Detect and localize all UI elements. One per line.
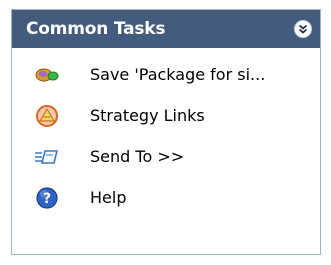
strategy-links-icon — [34, 104, 60, 128]
collapse-button[interactable] — [294, 20, 312, 38]
send-to-icon — [34, 145, 60, 169]
task-save-package[interactable]: Save 'Package for si... — [12, 54, 320, 95]
save-package-icon — [34, 63, 60, 87]
task-label: Help — [90, 188, 127, 207]
svg-text:?: ? — [43, 191, 51, 207]
task-help[interactable]: ? Help — [12, 177, 320, 218]
common-tasks-panel: Common Tasks Save 'Package for si... Str… — [11, 9, 321, 255]
task-label: Send To >> — [90, 147, 185, 166]
task-send-to[interactable]: Send To >> — [12, 136, 320, 177]
task-label: Strategy Links — [90, 106, 205, 125]
task-label: Save 'Package for si... — [90, 65, 266, 84]
panel-header[interactable]: Common Tasks — [12, 10, 320, 48]
task-list: Save 'Package for si... Strategy Links S… — [12, 48, 320, 218]
help-icon: ? — [34, 186, 60, 210]
panel-title: Common Tasks — [26, 19, 166, 39]
task-strategy-links[interactable]: Strategy Links — [12, 95, 320, 136]
double-chevron-down-icon — [298, 24, 308, 34]
